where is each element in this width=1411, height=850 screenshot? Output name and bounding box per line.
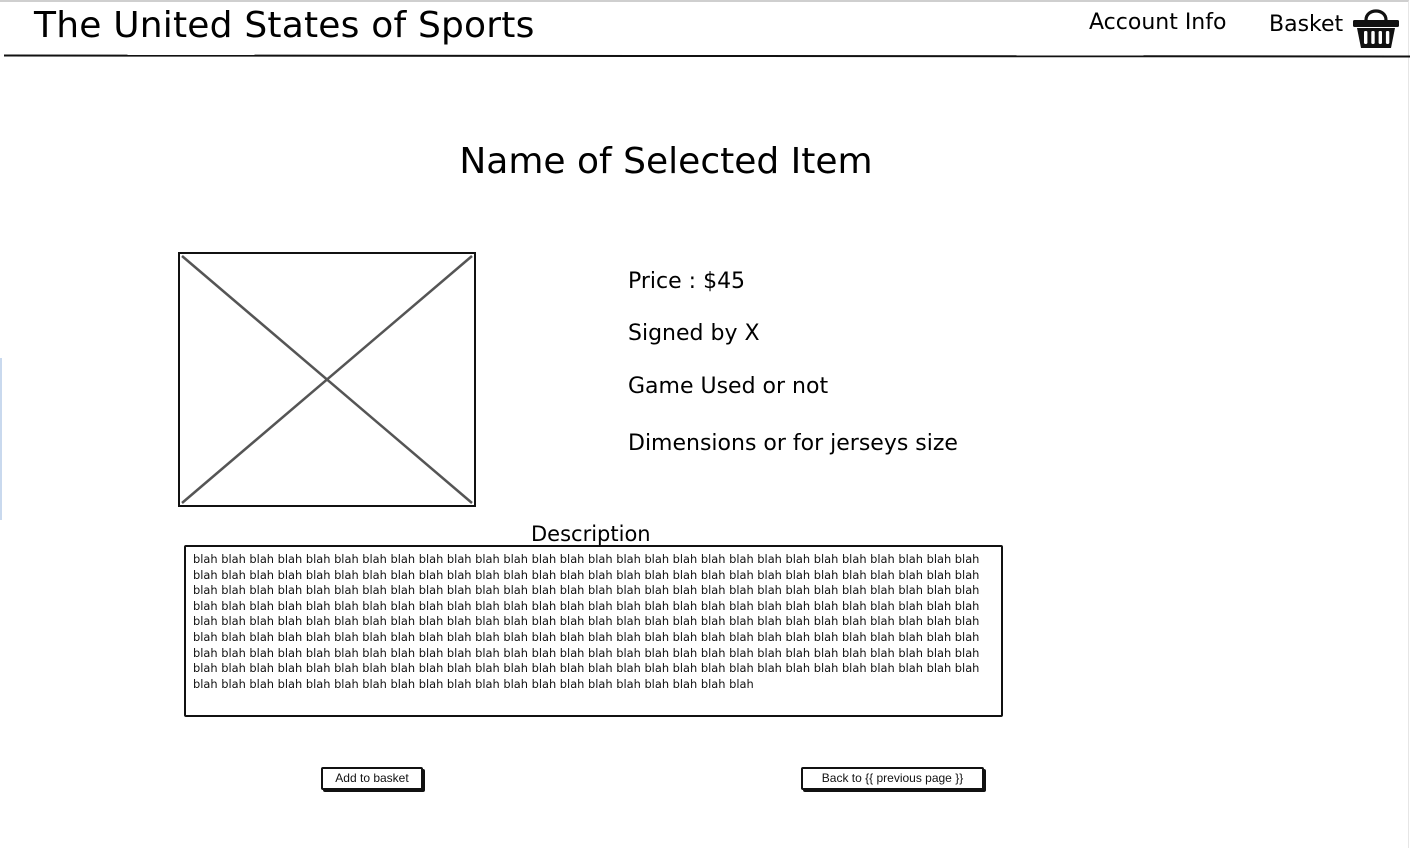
description-text: blah blah blah blah blah blah blah blah …: [193, 552, 980, 691]
image-placeholder-icon: [178, 252, 476, 507]
dimensions-text: Dimensions or for jerseys size: [628, 431, 958, 456]
game-used-text: Game Used or not: [628, 374, 829, 399]
basket-link[interactable]: Basket: [1269, 11, 1343, 39]
header-divider: [3, 54, 1411, 58]
account-info-link[interactable]: Account Info: [1089, 9, 1226, 37]
price-text: Price : $45: [628, 269, 746, 294]
site-header: The United States of Sports Account Info…: [0, 0, 1411, 58]
description-label: Description: [531, 522, 651, 546]
back-button[interactable]: Back to {{ previous page }}: [801, 767, 984, 790]
add-to-basket-button[interactable]: Add to basket: [321, 767, 423, 790]
product-title: Name of Selected Item: [459, 141, 873, 182]
basket-icon[interactable]: [1351, 5, 1401, 51]
site-title[interactable]: The United States of Sports: [34, 3, 535, 49]
description-box: blah blah blah blah blah blah blah blah …: [184, 545, 1003, 717]
left-edge-marker: [0, 358, 2, 520]
signed-by-text: Signed by X: [628, 321, 760, 346]
